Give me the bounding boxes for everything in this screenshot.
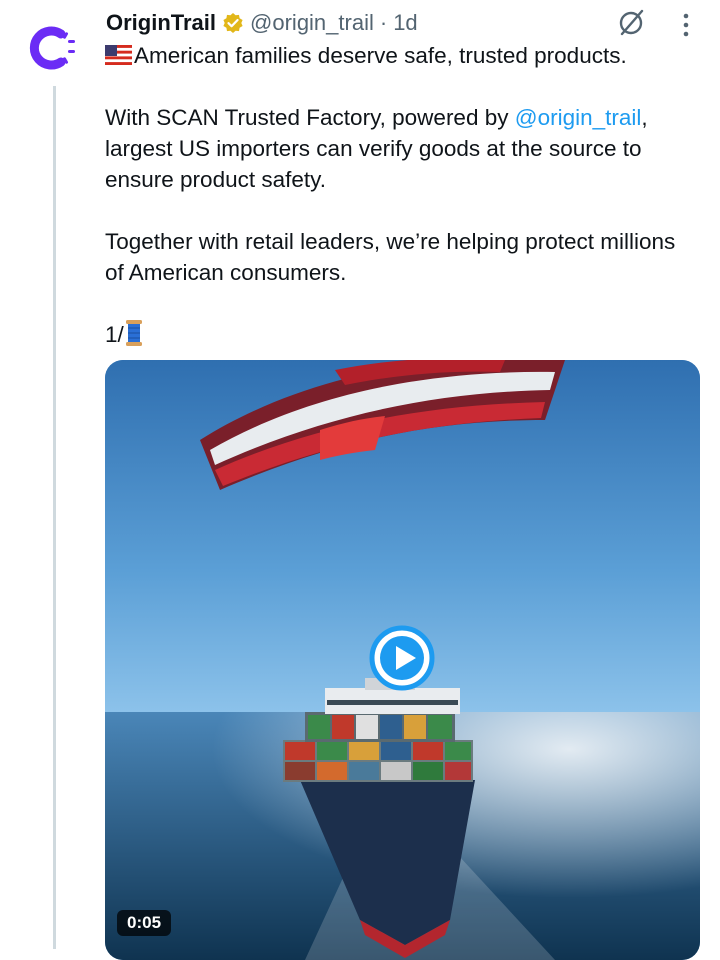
tweet-line-7: 1/ bbox=[105, 322, 124, 347]
more-icon[interactable] bbox=[676, 11, 696, 39]
video-player[interactable]: 0:05 bbox=[105, 360, 700, 960]
tweet-header: OriginTrail @origin_trail · 1d bbox=[106, 6, 418, 40]
grok-icon[interactable] bbox=[616, 8, 646, 38]
thread-spool-icon bbox=[125, 320, 142, 346]
mention-link[interactable]: @origin_trail bbox=[515, 105, 642, 130]
tweet-line-4: ensure product safety. bbox=[105, 167, 326, 192]
tweet-line-2-pre: With SCAN Trusted Factory, powered by bbox=[105, 105, 515, 130]
verified-badge-icon bbox=[223, 13, 243, 33]
tweet-line-6: of American consumers. bbox=[105, 260, 347, 285]
handle[interactable]: @origin_trail bbox=[250, 10, 374, 36]
tweet-line-3: largest US importers can verify goods at… bbox=[105, 136, 642, 161]
avatar[interactable] bbox=[24, 20, 80, 76]
tweet-line-1: American families deserve safe, trusted … bbox=[134, 43, 627, 68]
tweet-line-2-post: , bbox=[641, 105, 648, 130]
tweet-line-5: Together with retail leaders, we’re help… bbox=[105, 229, 676, 254]
timestamp[interactable]: 1d bbox=[393, 10, 417, 36]
tweet-text: American families deserve safe, trusted … bbox=[105, 40, 705, 350]
us-flag-icon bbox=[105, 45, 132, 65]
separator-dot: · bbox=[379, 10, 388, 35]
video-duration: 0:05 bbox=[117, 910, 172, 936]
thread-line bbox=[53, 86, 56, 949]
display-name[interactable]: OriginTrail bbox=[106, 10, 216, 36]
play-icon[interactable] bbox=[368, 624, 436, 692]
